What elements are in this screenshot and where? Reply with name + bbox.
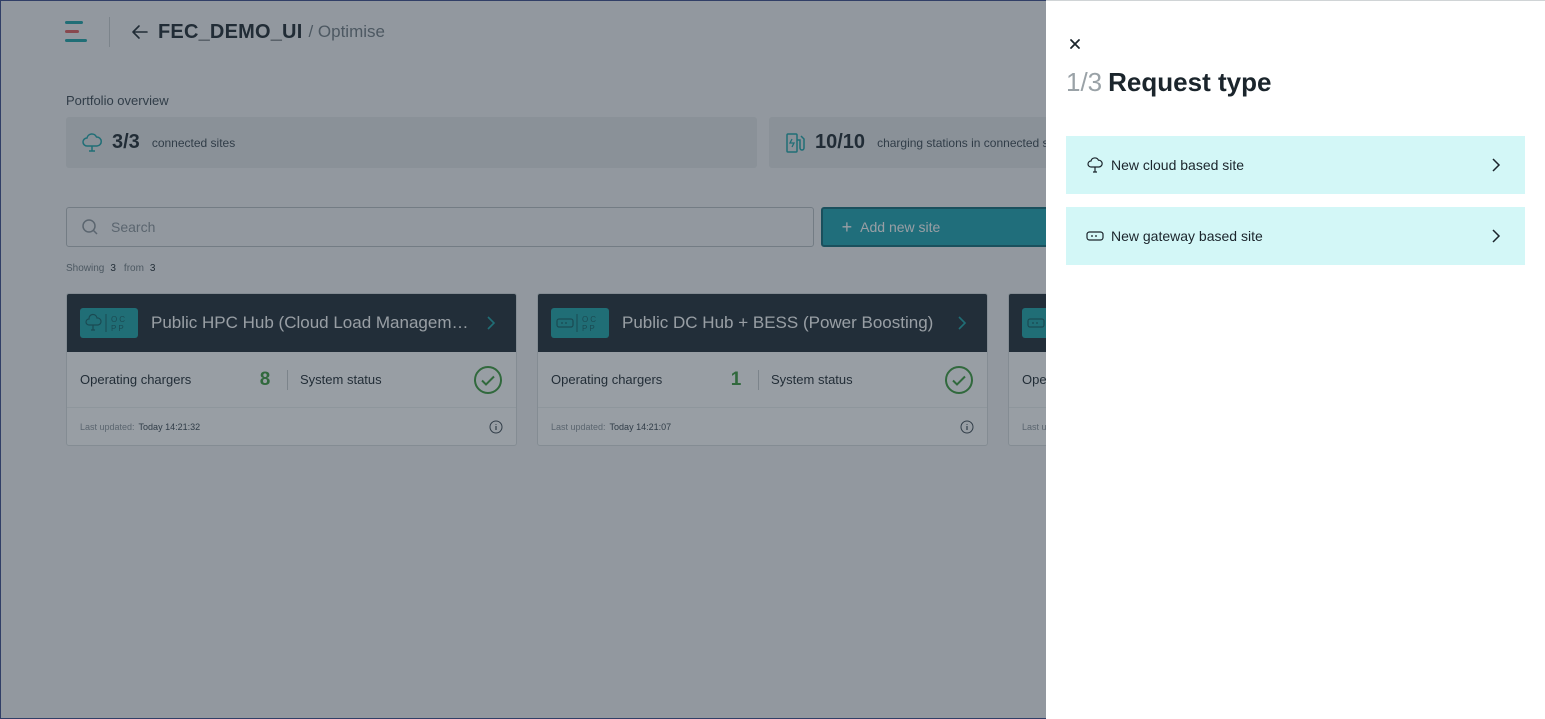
drawer-title-text: Request type xyxy=(1108,67,1272,97)
close-button[interactable] xyxy=(1066,35,1084,53)
cloud-icon xyxy=(1087,157,1103,173)
close-icon xyxy=(1070,39,1080,49)
new-gateway-based-site-option[interactable]: New gateway based site xyxy=(1066,207,1525,265)
chevron-right-icon xyxy=(1492,158,1501,172)
request-type-drawer: 1/3 Request type New cloud based site New… xyxy=(1046,0,1545,719)
drawer-title: 1/3 Request type xyxy=(1066,67,1271,98)
new-cloud-based-site-option[interactable]: New cloud based site xyxy=(1066,136,1525,194)
step-indicator: 1/3 xyxy=(1066,67,1103,97)
option-label: New gateway based site xyxy=(1111,228,1263,244)
option-label: New cloud based site xyxy=(1111,157,1245,173)
gateway-icon xyxy=(1086,231,1104,241)
chevron-right-icon xyxy=(1492,229,1501,243)
